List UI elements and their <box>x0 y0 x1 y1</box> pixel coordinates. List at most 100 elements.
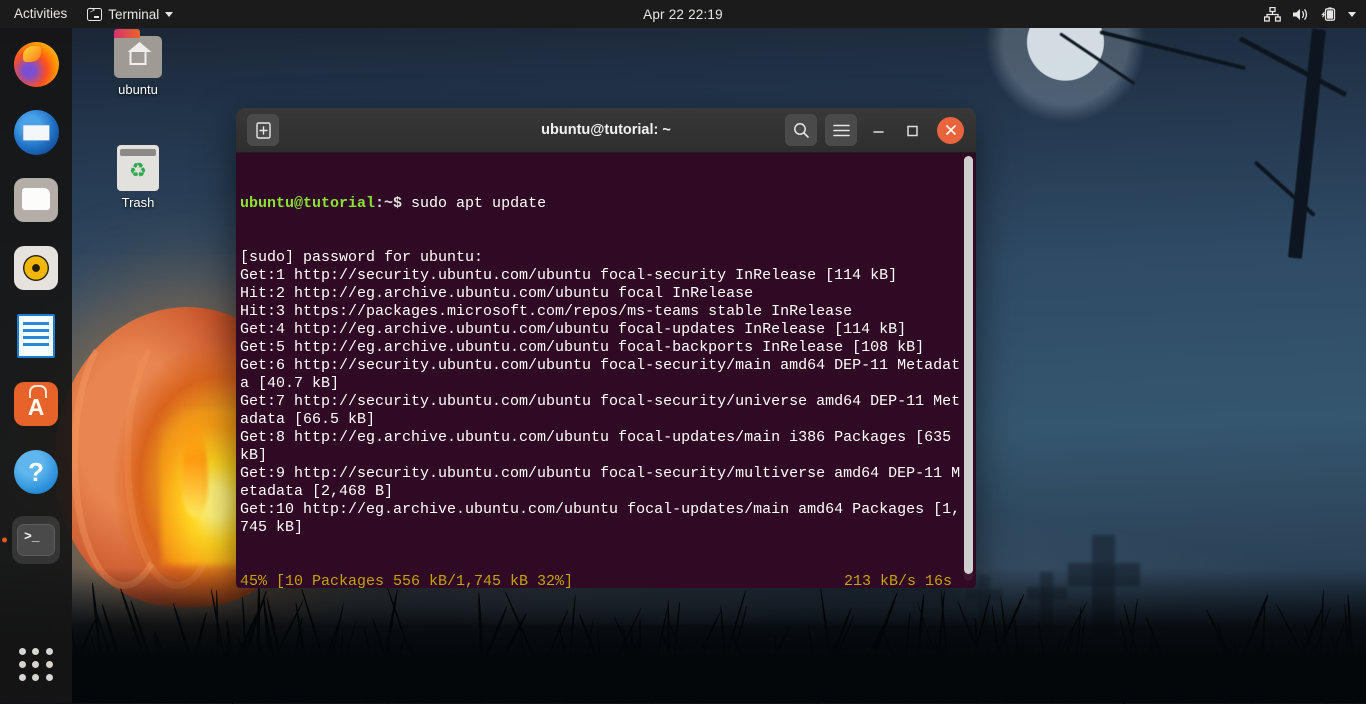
terminal-output-line: Get:5 http://eg.archive.ubuntu.com/ubunt… <box>240 339 976 357</box>
desktop-icon-label: ubuntu <box>92 82 184 97</box>
terminal-output-line: Get:1 http://security.ubuntu.com/ubuntu … <box>240 267 976 285</box>
desktop-icon-label: Trash <box>92 195 184 210</box>
apps-grid-dot <box>46 648 53 655</box>
dock-item-firefox[interactable] <box>12 40 60 88</box>
grass-blade <box>912 594 925 703</box>
dock-item-ubuntu-software[interactable] <box>12 380 60 428</box>
terminal-output-line: Get:6 http://security.ubuntu.com/ubuntu … <box>240 357 976 375</box>
apps-grid-dot <box>19 674 26 681</box>
terminal-icon <box>87 8 102 21</box>
system-tray[interactable] <box>1264 7 1356 22</box>
grass-blade <box>611 657 616 703</box>
terminal-prompt-line: ubuntu@tutorial:~$ sudo apt update <box>240 195 976 213</box>
new-tab-icon <box>256 122 271 139</box>
maximize-icon <box>906 124 919 137</box>
terminal-output-line: adata [66.5 kB] <box>240 411 976 429</box>
app-menu-label: Terminal <box>108 7 159 22</box>
terminal-output-line: Hit:2 http://eg.archive.ubuntu.com/ubunt… <box>240 285 976 303</box>
grass-blade <box>712 590 746 703</box>
terminal-window: ubuntu@tutorial: ~ <box>236 108 976 588</box>
rhythmbox-icon <box>14 246 58 290</box>
search-button[interactable] <box>785 114 817 146</box>
dock-item-files[interactable] <box>12 176 60 224</box>
network-icon <box>1264 7 1281 22</box>
terminal-output-line: [sudo] password for ubuntu: <box>240 249 976 267</box>
progress-left: 45% [10 Packages 556 kB/1,745 kB 32%] <box>240 573 573 588</box>
terminal-output-line: Get:10 http://eg.archive.ubuntu.com/ubun… <box>240 501 976 519</box>
grass-blade <box>1023 672 1033 703</box>
grass-blade <box>294 656 301 703</box>
dock-item-help[interactable] <box>12 448 60 496</box>
terminal-output-line: 745 kB] <box>240 519 976 537</box>
terminal-output-line: Hit:3 https://packages.microsoft.com/rep… <box>240 303 976 321</box>
terminal-text: ubuntu@tutorial:~$ sudo apt update [sudo… <box>238 159 976 588</box>
search-icon <box>793 122 810 139</box>
minimize-button[interactable] <box>865 117 891 143</box>
apps-grid-dot <box>19 661 26 668</box>
firefox-icon <box>14 42 59 87</box>
show-applications-button[interactable] <box>19 648 53 681</box>
trash-icon: ♻ <box>117 145 159 191</box>
terminal-output-line: Get:8 http://eg.archive.ubuntu.com/ubunt… <box>240 429 976 447</box>
apps-grid-dot <box>46 674 53 681</box>
dock-item-thunderbird[interactable] <box>12 108 60 156</box>
top-bar: Activities Terminal Apr 22 22:19 <box>0 0 1366 28</box>
terminal-output-line: Get:9 http://security.ubuntu.com/ubuntu … <box>240 465 976 483</box>
files-icon <box>14 178 58 222</box>
grass-blade <box>1061 674 1071 703</box>
chevron-down-icon <box>165 12 173 17</box>
apps-grid-dot <box>32 648 39 655</box>
grass-blade <box>182 612 208 704</box>
grass-silhouette <box>0 568 1366 703</box>
battery-charging-icon <box>1321 7 1337 22</box>
prompt-path: :~$ <box>375 195 402 212</box>
terminal-output-line: Get:7 http://security.ubuntu.com/ubuntu … <box>240 393 976 411</box>
clock[interactable]: Apr 22 22:19 <box>643 7 723 22</box>
chevron-down-icon <box>1348 12 1356 17</box>
app-menu-terminal[interactable]: Terminal <box>79 7 181 22</box>
activities-button[interactable]: Activities <box>0 0 79 28</box>
terminal-output-line: etadata [2,468 B] <box>240 483 976 501</box>
apps-grid-dot <box>46 661 53 668</box>
grass-blade <box>1183 658 1199 703</box>
grass-blade <box>1361 652 1366 704</box>
terminal-output-area[interactable]: ubuntu@tutorial:~$ sudo apt update [sudo… <box>236 153 976 588</box>
terminal-output-line: a [40.7 kB] <box>240 375 976 393</box>
desktop-icon-home-folder[interactable]: ubuntu <box>92 36 184 97</box>
thunderbird-icon <box>14 110 59 155</box>
dock-item-terminal[interactable] <box>12 516 60 564</box>
progress-right: 213 kB/s 16s <box>844 573 952 588</box>
terminal-progress-line: 45% [10 Packages 556 kB/1,745 kB 32%] 21… <box>240 573 952 588</box>
terminal-icon <box>17 524 55 556</box>
terminal-output-lines: [sudo] password for ubuntu:Get:1 http://… <box>240 249 976 537</box>
volume-icon <box>1292 7 1310 22</box>
close-button[interactable] <box>937 117 964 144</box>
maximize-button[interactable] <box>899 117 925 143</box>
dock-item-rhythmbox[interactable] <box>12 244 60 292</box>
titlebar-controls <box>785 114 968 146</box>
terminal-output-line: kB] <box>240 447 976 465</box>
menu-button[interactable] <box>825 114 857 146</box>
apps-grid-dot <box>32 661 39 668</box>
prompt-command: sudo apt update <box>402 195 546 212</box>
close-icon <box>945 124 957 136</box>
help-icon <box>14 450 58 494</box>
scrollbar-thumb[interactable] <box>964 156 973 574</box>
new-tab-button[interactable] <box>247 114 279 146</box>
window-titlebar[interactable]: ubuntu@tutorial: ~ <box>236 108 976 153</box>
grass-blade <box>348 672 359 704</box>
desktop-icon-trash[interactable]: ♻ Trash <box>92 145 184 210</box>
libreoffice-writer-icon <box>17 314 55 358</box>
ubuntu-software-icon <box>14 382 58 426</box>
tree-branch-icon <box>1100 30 1247 70</box>
hamburger-menu-icon <box>833 124 850 137</box>
terminal-scrollbar[interactable] <box>964 156 973 581</box>
apps-grid-dot <box>32 674 39 681</box>
apps-grid-dot <box>19 648 26 655</box>
grass-blade <box>630 625 633 703</box>
dock-item-libreoffice-writer[interactable] <box>12 312 60 360</box>
terminal-output-line: Get:4 http://eg.archive.ubuntu.com/ubunt… <box>240 321 976 339</box>
grass-blade <box>446 665 450 703</box>
minimize-icon <box>872 124 885 137</box>
dock <box>0 28 72 703</box>
